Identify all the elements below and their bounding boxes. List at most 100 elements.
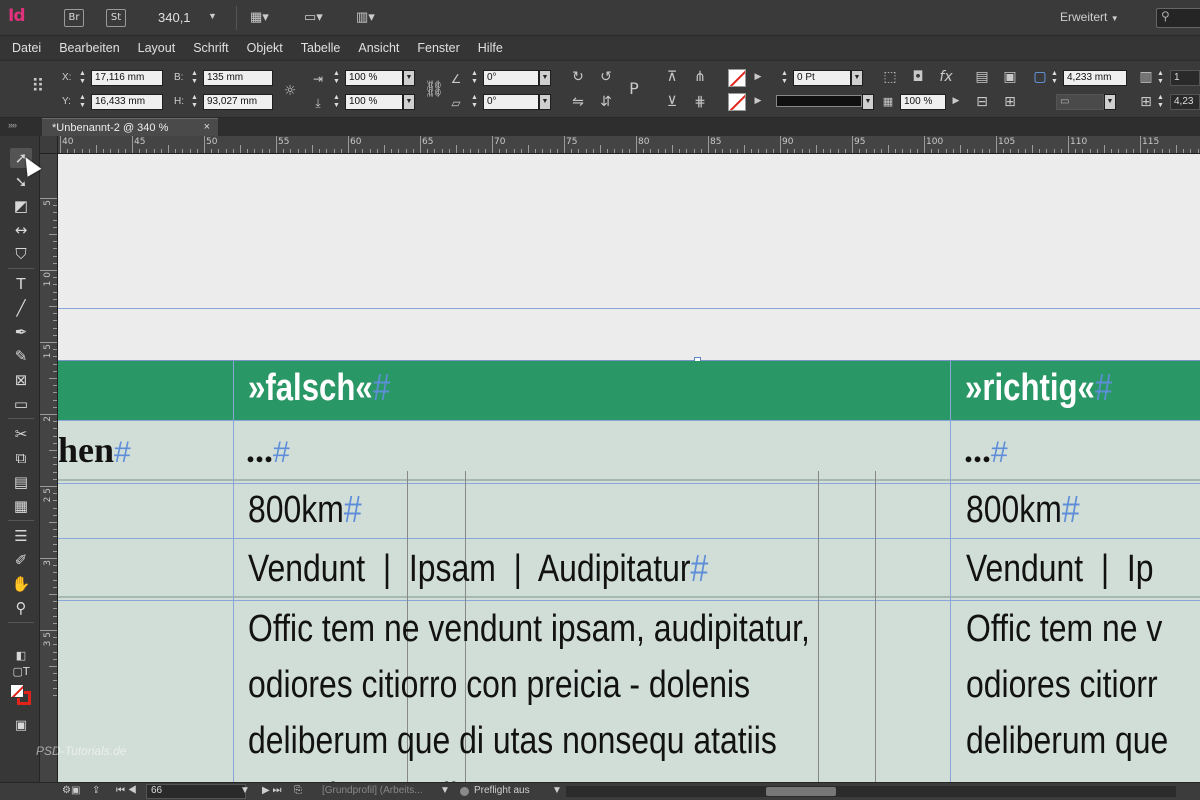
content-collector-icon[interactable]: ⛉ [10,244,32,264]
rotate-stepper-icon[interactable]: ▲ ▼ [470,70,479,86]
profile-label[interactable]: [Grundprofil] (Arbeits... [322,785,423,796]
height-field[interactable]: 93,027 mm [203,94,273,110]
table[interactable]: »falsch«# »richtig«# hen# ...# ...# 800k… [58,361,1200,782]
next-page-icon[interactable]: ▶ ⏭ [262,785,281,796]
menu-layout[interactable]: Layout [138,41,176,55]
select-next-icon[interactable]: ⋕ [690,92,710,112]
select-previous-icon[interactable]: ⊻ [662,92,682,112]
scale-x-field[interactable]: 100 % [345,70,403,86]
close-icon[interactable]: × [204,121,210,133]
select-content-icon[interactable]: ⋔ [690,67,710,87]
document-canvas[interactable]: »falsch«# »richtig«# hen# ...# ...# 800k… [58,154,1200,782]
rotate-field[interactable]: 0° [483,70,539,86]
gap-tool-icon[interactable]: ↔ [10,220,32,240]
fill-stroke-swatches[interactable] [10,684,32,706]
scale-x-dropdown-icon[interactable]: ▼ [403,70,415,86]
text-frame-options-icon[interactable]: ▤ [972,67,992,87]
free-transform-tool-icon[interactable]: ⧉ [10,448,32,468]
gradient-feather-tool-icon[interactable]: ▦ [10,496,32,516]
preflight-dropdown-icon[interactable]: ▼ [552,785,562,796]
preflight-label[interactable]: Preflight aus [474,785,530,796]
stroke-swatch[interactable] [728,93,746,111]
view-options-icon[interactable]: ▦▾ [250,9,269,27]
formatting-affects-container-icon[interactable]: ▢T [10,662,32,682]
menu-tabelle[interactable]: Tabelle [301,41,341,55]
page-tool-icon[interactable]: ◩ [10,196,32,216]
autofit-icon[interactable]: ▣ [1000,67,1020,87]
page-dropdown-icon[interactable]: ▼ [240,785,250,796]
gutter-stepper-icon[interactable]: ▲ ▼ [1156,94,1165,110]
stroke-type-preview[interactable] [776,95,862,107]
first-page-icon[interactable]: ⏮ ◀ [116,785,137,796]
document-tab[interactable]: *Unbenannt-2 @ 340 % × [42,118,218,136]
open-page-icon[interactable]: ⎘ [294,785,302,796]
y-field[interactable]: 16,433 mm [91,94,163,110]
columns-field[interactable]: 1 [1170,70,1200,86]
drop-shadow-icon[interactable]: ◘ [908,67,928,87]
text-wrap-field[interactable]: ▭ [1056,94,1104,110]
text-wrap-dropdown-icon[interactable]: ▼ [1104,94,1116,110]
line-tool-icon[interactable]: ╱ [10,298,32,318]
link-icon[interactable]: ⛓ [424,79,444,99]
horizontal-scrollbar[interactable] [566,786,1176,797]
zoom-level[interactable]: 340,1 [158,10,191,25]
shear-field[interactable]: 0° [483,94,539,110]
inset-stepper-icon[interactable]: ▲ ▼ [1050,70,1059,86]
opacity-field[interactable]: 100 % [900,94,946,110]
zoom-dropdown-icon[interactable]: ▼ [208,11,217,21]
x-field[interactable]: 17,116 mm [91,70,163,86]
scale-y-field[interactable]: 100 % [345,94,403,110]
rotate-cw-icon[interactable]: ↻ [568,67,588,87]
stroke-weight-stepper-icon[interactable]: ▲ ▼ [780,70,789,86]
align-top-icon[interactable]: ⊟ [972,92,992,112]
type-tool-icon[interactable]: T [10,274,32,294]
page-settings-icon[interactable]: ⚙▣ [62,785,80,796]
page-number-field[interactable]: 66 [146,784,246,799]
columns-stepper-icon[interactable]: ▲ ▼ [1156,70,1165,86]
collapse-panel-icon[interactable]: »» [8,120,17,130]
corner-options-icon[interactable]: ⬚ [880,67,900,87]
vertical-ruler[interactable]: 5 1 0 1 5 2 2 5 3 3 5 [40,154,58,782]
rotate-dropdown-icon[interactable]: ▼ [539,70,551,86]
menu-objekt[interactable]: Objekt [247,41,283,55]
opacity-arrow-icon[interactable]: ▶ [946,91,966,111]
effects-fx-icon[interactable]: fx [936,67,956,87]
fill-swatch[interactable] [728,69,746,87]
eyedropper-tool-icon[interactable]: ✐ [10,550,32,570]
stroke-weight-field[interactable]: 0 Pt [793,70,851,86]
stock-button[interactable]: St [106,9,126,27]
scale-y-stepper-icon[interactable]: ▲ ▼ [332,94,341,110]
flip-vertical-icon[interactable]: ⇵ [596,92,616,112]
x-stepper-icon[interactable]: ▲ ▼ [78,70,87,86]
flip-horizontal-icon[interactable]: ⇋ [568,92,588,112]
zoom-tool-icon[interactable]: ⚲ [10,598,32,618]
scale-x-stepper-icon[interactable]: ▲ ▼ [332,70,341,86]
note-tool-icon[interactable]: ☰ [10,526,32,546]
shear-stepper-icon[interactable]: ▲ ▼ [470,94,479,110]
width-field[interactable]: 135 mm [203,70,273,86]
scrollbar-thumb[interactable] [766,787,836,796]
shear-dropdown-icon[interactable]: ▼ [539,94,551,110]
share-icon[interactable]: ⇪ [92,785,100,796]
arrange-documents-icon[interactable]: ▥▾ [356,9,375,27]
pen-tool-icon[interactable]: ✒ [10,322,32,342]
menu-hilfe[interactable]: Hilfe [478,41,503,55]
y-stepper-icon[interactable]: ▲ ▼ [78,94,87,110]
bridge-button[interactable]: Br [64,9,84,27]
profile-dropdown-icon[interactable]: ▼ [440,785,450,796]
menu-fenster[interactable]: Fenster [417,41,459,55]
horizontal-ruler[interactable]: 40 45 50 55 60 65 70 75 80 85 90 95 100 105 110 115 [40,136,1200,154]
gutter-field[interactable]: 4,23 [1170,94,1200,110]
ruler-origin[interactable] [40,136,58,154]
search-input[interactable]: ⚲ [1156,8,1200,28]
screen-mode-tool-icon[interactable]: ▣ [10,716,32,736]
stroke-arrow-icon[interactable]: ▶ [748,91,768,111]
align-center-icon[interactable]: ⊞ [1000,92,1020,112]
stroke-weight-dropdown-icon[interactable]: ▼ [851,70,863,86]
reference-point-icon[interactable]: ⠿ [28,77,48,97]
menu-ansicht[interactable]: Ansicht [358,41,399,55]
menu-bearbeiten[interactable]: Bearbeiten [59,41,119,55]
gradient-swatch-tool-icon[interactable]: ▤ [10,472,32,492]
scissors-tool-icon[interactable]: ✂ [10,424,32,444]
menu-datei[interactable]: Datei [12,41,41,55]
